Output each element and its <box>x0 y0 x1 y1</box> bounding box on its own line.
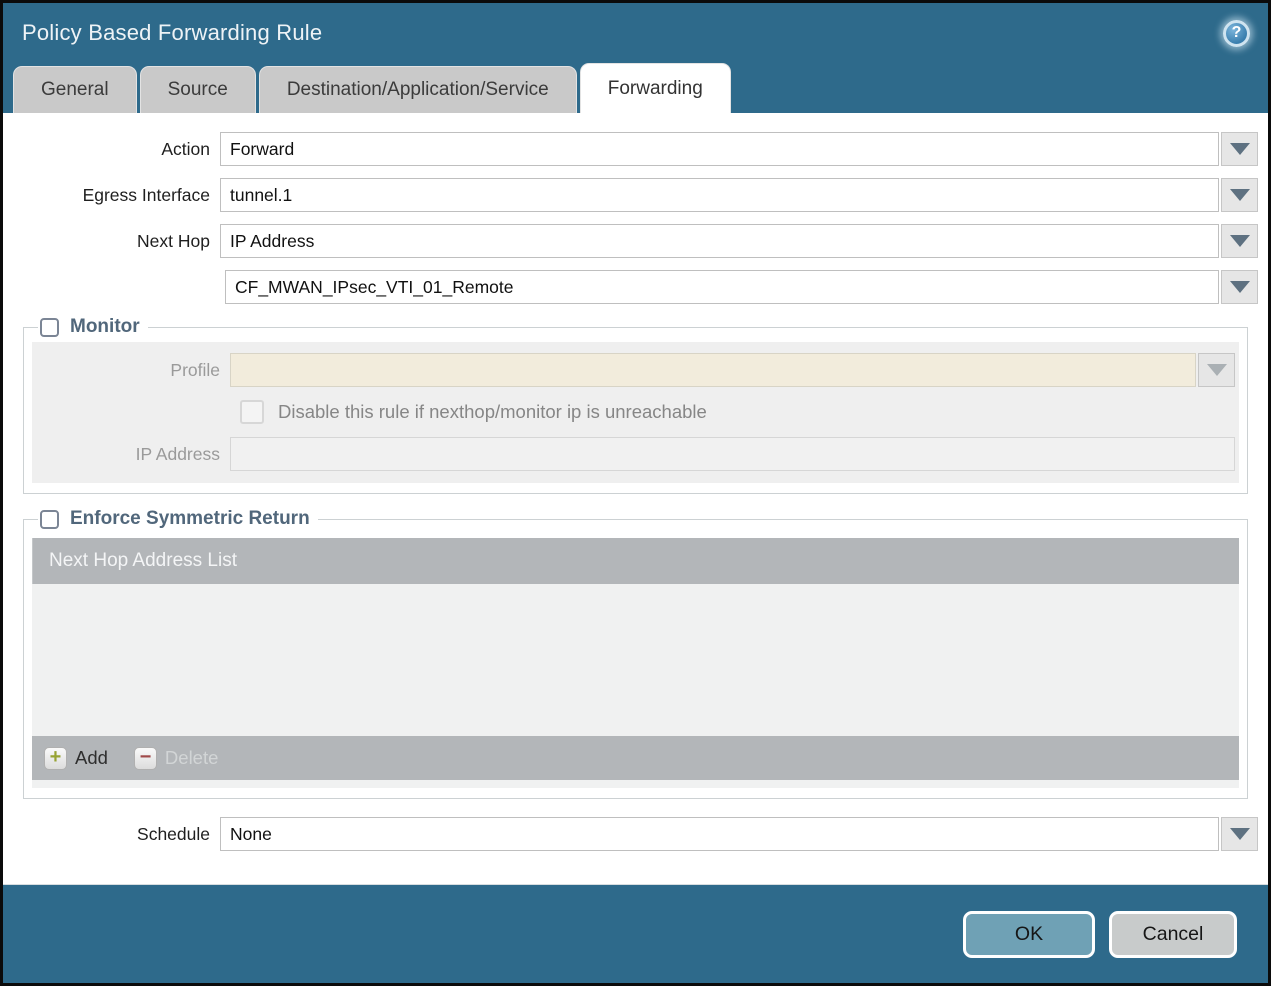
schedule-dropdown-button[interactable] <box>1221 817 1258 851</box>
monitor-ip-address-input <box>230 437 1235 471</box>
profile-input <box>230 353 1196 387</box>
chevron-down-icon <box>1229 189 1250 201</box>
policy-based-forwarding-dialog: Policy Based Forwarding Rule ? General S… <box>0 0 1271 986</box>
cancel-button[interactable]: Cancel <box>1109 910 1237 958</box>
chevron-down-icon <box>1229 828 1250 840</box>
minus-icon: − <box>133 746 157 770</box>
egress-interface-input[interactable] <box>220 178 1219 212</box>
next-hop-address-list-header: Next Hop Address List <box>32 538 1239 584</box>
tab-general[interactable]: General <box>13 66 137 113</box>
monitor-ip-address-row: IP Address <box>32 437 1239 471</box>
tab-row: General Source Destination/Application/S… <box>3 63 1268 113</box>
profile-row: Profile <box>32 353 1239 387</box>
dialog-footer: OK Cancel <box>3 884 1268 983</box>
profile-label: Profile <box>170 359 220 380</box>
ok-button[interactable]: OK <box>963 910 1095 958</box>
chevron-down-icon <box>1229 235 1250 247</box>
next-hop-type-dropdown-button[interactable] <box>1221 224 1258 258</box>
disable-rule-row: Disable this rule if nexthop/monitor ip … <box>32 400 1239 424</box>
tab-forwarding[interactable]: Forwarding <box>579 63 731 113</box>
chevron-down-icon <box>1229 143 1250 155</box>
egress-interface-label: Egress Interface <box>82 184 210 205</box>
schedule-row: Schedule <box>13 817 1258 851</box>
action-dropdown-button[interactable] <box>1221 132 1258 166</box>
add-button-label: Add <box>75 747 108 768</box>
next-hop-address-list-table: Next Hop Address List + Add − Delete <box>32 538 1239 788</box>
title-bar: Policy Based Forwarding Rule ? <box>3 3 1268 63</box>
next-hop-address-list-toolbar: + Add − Delete <box>32 736 1239 780</box>
next-hop-label: Next Hop <box>137 230 210 251</box>
next-hop-row: Next Hop <box>13 224 1258 258</box>
next-hop-type-input[interactable] <box>220 224 1219 258</box>
delete-button-label: Delete <box>164 747 219 768</box>
chevron-down-icon <box>1206 364 1227 376</box>
table-bottom-strip <box>32 780 1239 788</box>
schedule-input[interactable] <box>220 817 1219 851</box>
profile-dropdown-button <box>1198 353 1235 387</box>
tab-destination-application-service[interactable]: Destination/Application/Service <box>258 66 577 113</box>
action-label: Action <box>161 138 210 159</box>
forwarding-tab-content: Action Egress Interface Next Hop <box>3 113 1268 884</box>
monitor-legend: Monitor <box>38 316 148 338</box>
chevron-down-icon <box>1229 281 1250 293</box>
symmetric-return-legend: Enforce Symmetric Return <box>38 508 318 530</box>
symmetric-return-group: Enforce Symmetric Return Next Hop Addres… <box>23 508 1248 799</box>
egress-interface-dropdown-button[interactable] <box>1221 178 1258 212</box>
next-hop-address-dropdown-button[interactable] <box>1221 270 1258 304</box>
egress-interface-row: Egress Interface <box>13 178 1258 212</box>
monitor-panel: Profile Disable this rule if nexthop/mon… <box>32 342 1239 483</box>
help-icon[interactable]: ? <box>1223 19 1250 47</box>
action-input[interactable] <box>220 132 1219 166</box>
next-hop-address-list-body <box>32 584 1239 736</box>
plus-icon: + <box>44 746 67 770</box>
tab-source[interactable]: Source <box>139 66 256 113</box>
delete-button: − Delete <box>133 746 219 770</box>
next-hop-address-row <box>13 270 1258 304</box>
disable-rule-checkbox <box>240 400 264 424</box>
disable-rule-label: Disable this rule if nexthop/monitor ip … <box>278 401 707 422</box>
next-hop-address-input[interactable] <box>225 270 1219 304</box>
monitor-ip-address-label: IP Address <box>135 443 220 464</box>
monitor-legend-label: Monitor <box>70 316 140 337</box>
monitor-checkbox[interactable] <box>40 317 59 337</box>
dialog-title: Policy Based Forwarding Rule <box>22 20 323 45</box>
schedule-label: Schedule <box>137 823 210 844</box>
monitor-group: Monitor Profile Disable this rule if nex… <box>23 316 1248 494</box>
symmetric-return-checkbox[interactable] <box>40 509 59 529</box>
add-button[interactable]: + Add <box>44 746 108 770</box>
action-row: Action <box>13 132 1258 166</box>
symmetric-return-legend-label: Enforce Symmetric Return <box>70 508 310 529</box>
